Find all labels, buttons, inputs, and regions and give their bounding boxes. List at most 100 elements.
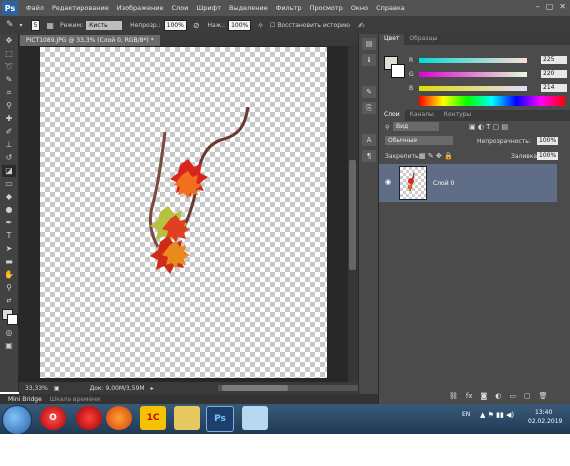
- layer-opacity-field[interactable]: 100%: [537, 137, 559, 145]
- 1c-icon[interactable]: 1С: [140, 406, 166, 430]
- yandex-browser-icon[interactable]: [76, 406, 102, 430]
- brush-panel-icon-side[interactable]: ✎: [362, 86, 376, 98]
- brush-size-field[interactable]: 5: [30, 19, 41, 31]
- link-icon[interactable]: ⛓: [449, 392, 458, 400]
- crop-tool-icon[interactable]: ⌗: [2, 87, 16, 99]
- history-brush-tool-icon[interactable]: ↺: [2, 152, 16, 164]
- dodge-tool-icon[interactable]: ●: [2, 204, 16, 216]
- blue-channel-slider[interactable]: [419, 85, 527, 91]
- eraser-tool-icon[interactable]: ◪: [2, 165, 16, 177]
- tray-icons[interactable]: ▲ ⚑ ▮▮ ◀): [480, 411, 514, 419]
- adjustment-icon[interactable]: ◐: [495, 392, 501, 400]
- vertical-scroll-thumb[interactable]: [349, 160, 356, 270]
- timeline-tab[interactable]: Шкала времени: [50, 396, 100, 403]
- start-button[interactable]: [2, 405, 32, 435]
- airbrush-icon[interactable]: ✧: [257, 21, 264, 30]
- menu-edit[interactable]: Редактирование: [52, 4, 109, 12]
- layer-name[interactable]: Слой 0: [433, 180, 454, 187]
- quick-mask-icon[interactable]: ◎: [2, 327, 16, 339]
- swatches-tab[interactable]: Образцы: [404, 34, 442, 45]
- opera-icon[interactable]: O: [40, 406, 66, 430]
- green-channel-slider[interactable]: [419, 71, 527, 77]
- history-panel-icon[interactable]: ▤: [362, 38, 376, 50]
- blue-channel-value[interactable]: 214: [541, 84, 567, 92]
- mode-dropdown[interactable]: Кисть: [86, 20, 123, 30]
- trash-icon[interactable]: 🗑: [539, 392, 548, 400]
- hand-tool-icon[interactable]: ✋: [2, 269, 16, 281]
- info-arrow-icon[interactable]: ▸: [151, 385, 154, 392]
- blend-mode-dropdown[interactable]: Обычные: [385, 136, 453, 145]
- shape-tool-icon[interactable]: ▬: [2, 256, 16, 268]
- healing-tool-icon[interactable]: ✚: [2, 113, 16, 125]
- move-tool-icon[interactable]: ✥: [2, 35, 16, 47]
- preset-dropdown-icon[interactable]: ▾: [20, 22, 23, 29]
- horizontal-scroll-thumb[interactable]: [222, 385, 288, 391]
- visibility-eye-icon[interactable]: ◉: [385, 178, 391, 186]
- layer-row[interactable]: ◉ Слой 0: [379, 164, 557, 202]
- menu-image[interactable]: Изображение: [117, 4, 164, 12]
- color-swatches[interactable]: [0, 308, 18, 326]
- paths-tab[interactable]: Контуры: [439, 110, 476, 121]
- close-button[interactable]: ✕: [559, 2, 566, 11]
- blur-tool-icon[interactable]: ◆: [2, 191, 16, 203]
- filter-icons[interactable]: ▣ ◐ T ▢ ▤: [469, 123, 508, 131]
- red-channel-value[interactable]: 225: [541, 56, 567, 64]
- document-tab[interactable]: PICT1089.JPG @ 33,3% (Слой 0, RGB/8*) *: [20, 35, 160, 46]
- menu-select[interactable]: Выделение: [229, 4, 268, 12]
- document-canvas[interactable]: [40, 47, 327, 378]
- eraser-icon[interactable]: ✎: [6, 20, 14, 30]
- brush-panel-icon[interactable]: ▦: [46, 21, 54, 30]
- character-panel-icon[interactable]: A: [362, 134, 376, 146]
- folder-icon[interactable]: ▭: [509, 392, 516, 400]
- lock-icons[interactable]: ▦ ✎ ✥ 🔒: [419, 152, 453, 160]
- properties-panel-icon[interactable]: ℹ: [362, 54, 376, 66]
- fx-icon[interactable]: fx: [466, 392, 473, 400]
- gradient-tool-icon[interactable]: ▭: [2, 178, 16, 190]
- red-channel-slider[interactable]: [419, 57, 527, 63]
- menu-help[interactable]: Справка: [376, 4, 405, 12]
- green-channel-value[interactable]: 220: [541, 70, 567, 78]
- zoom-tool-icon[interactable]: ⚲: [2, 282, 16, 294]
- explorer-icon[interactable]: [174, 406, 200, 430]
- color-tab[interactable]: Цвет: [379, 34, 405, 45]
- lasso-tool-icon[interactable]: ➰: [2, 61, 16, 73]
- menu-layers[interactable]: Слои: [171, 4, 188, 12]
- minimize-button[interactable]: –: [536, 2, 540, 11]
- paragraph-panel-icon[interactable]: ¶: [362, 150, 376, 162]
- channels-tab[interactable]: Каналы: [405, 110, 439, 121]
- filter-search-icon[interactable]: ⚲: [385, 124, 389, 131]
- brush-tool-icon[interactable]: ✐: [2, 126, 16, 138]
- mini-bridge-tab[interactable]: Mini Bridge: [8, 396, 42, 403]
- menu-view[interactable]: Просмотр: [309, 4, 342, 12]
- layer-filter-dropdown[interactable]: Вид: [393, 122, 439, 131]
- new-layer-icon[interactable]: ▢: [524, 392, 531, 400]
- type-tool-icon[interactable]: T: [2, 230, 16, 242]
- status-icon[interactable]: ▣: [54, 385, 60, 392]
- clone-source-icon[interactable]: ⎘: [362, 102, 376, 114]
- menu-window[interactable]: Окно: [351, 4, 368, 12]
- swap-colors-icon[interactable]: ⇄: [2, 295, 16, 307]
- screen-mode-icon[interactable]: ▣: [2, 340, 16, 352]
- firefox-icon[interactable]: [106, 406, 132, 430]
- quick-select-tool-icon[interactable]: ✎: [2, 74, 16, 86]
- clock-time[interactable]: 13:40: [535, 409, 552, 416]
- layer-fill-field[interactable]: 100%: [537, 152, 559, 160]
- tablet-pressure-icon[interactable]: ✍: [358, 21, 365, 30]
- zoom-level[interactable]: 33,33%: [25, 385, 48, 392]
- path-select-tool-icon[interactable]: ➤: [2, 243, 16, 255]
- restore-history-checkbox[interactable]: ☐: [270, 22, 275, 29]
- marquee-tool-icon[interactable]: ⬚: [2, 48, 16, 60]
- background-color-swatch[interactable]: [7, 314, 18, 325]
- opacity-field[interactable]: 100%: [163, 19, 187, 31]
- bg-color-preview[interactable]: [391, 64, 405, 78]
- menu-file[interactable]: Файл: [26, 4, 44, 12]
- maximize-button[interactable]: ▢: [546, 2, 554, 11]
- stamp-tool-icon[interactable]: ⊥: [2, 139, 16, 151]
- layers-tab[interactable]: Слои: [379, 110, 405, 121]
- color-spectrum-ramp[interactable]: [419, 96, 565, 106]
- language-indicator[interactable]: EN: [462, 411, 470, 418]
- opacity-pressure-icon[interactable]: ⊘: [193, 21, 200, 30]
- photoshop-taskbar-icon[interactable]: Ps: [206, 406, 234, 432]
- pressure-field[interactable]: 100%: [228, 19, 252, 31]
- menu-type[interactable]: Шрифт: [196, 4, 221, 12]
